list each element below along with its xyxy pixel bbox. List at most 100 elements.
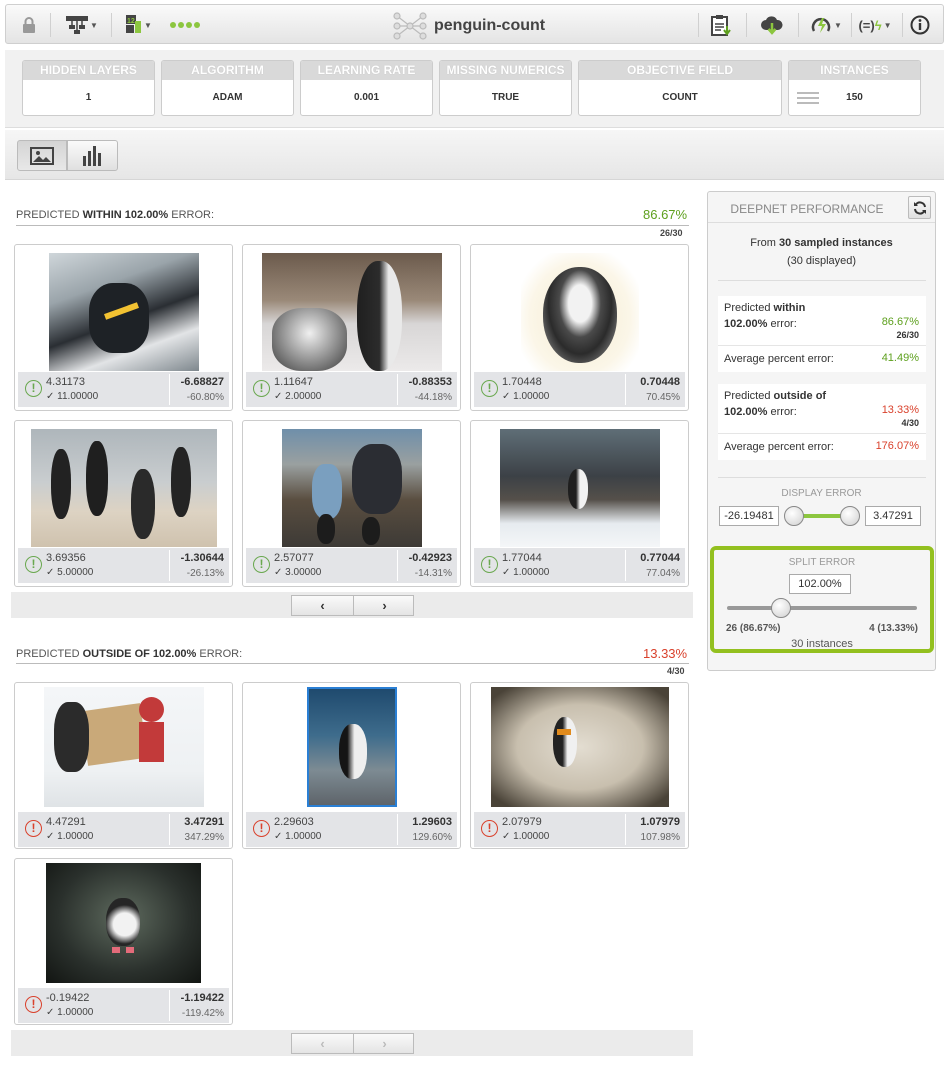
prediction-card[interactable]: ! 4.47291 ✓ 1.00000 3.47291 347.29% [14, 682, 233, 849]
prediction-card[interactable]: ! 4.31173 ✓ 11.00000 -6.68827 -60.80% [14, 244, 233, 411]
split-right-count: 4 (13.33%) [869, 623, 918, 634]
param-value: ADAM [212, 92, 243, 103]
param-value: 150 [789, 80, 920, 115]
param-algorithm: ALGORITHM ADAM [161, 60, 294, 116]
next-page-button[interactable]: › [354, 596, 415, 615]
within-percent: 86.67% [643, 207, 688, 222]
display-error-max-input[interactable]: 3.47291 [865, 506, 921, 526]
error-percent: -44.18% [414, 392, 452, 403]
warning-icon: ! [25, 556, 42, 573]
image-view-button[interactable] [17, 140, 67, 171]
penguin-image [520, 253, 639, 371]
penguin-image [46, 863, 201, 983]
chart-view-button[interactable] [67, 140, 118, 171]
param-value: COUNT [662, 92, 698, 103]
page-title: penguin-count [434, 17, 546, 34]
split-error-label: SPLIT ERROR [788, 557, 856, 568]
svg-text:12: 12 [127, 18, 135, 25]
prediction-card[interactable]: ! 2.07979 ✓ 1.00000 1.07979 107.98% [470, 682, 689, 849]
penguin-image [261, 253, 442, 371]
next-page-button[interactable]: › [354, 1034, 415, 1053]
error-value: -1.30644 [180, 552, 224, 564]
prediction-card[interactable]: ! 2.29603 ✓ 1.00000 1.29603 129.60% [242, 682, 461, 849]
error-value: 1.07979 [640, 816, 680, 828]
lock-icon[interactable] [20, 13, 38, 37]
display-error-max-handle[interactable] [840, 506, 860, 526]
prev-page-button[interactable]: ‹ [292, 596, 353, 615]
pager: ‹ › [291, 1033, 414, 1054]
prediction-card[interactable]: ! 1.70448 ✓ 1.00000 0.70448 70.45% [470, 244, 689, 411]
param-label: OBJECTIVE FIELD [579, 61, 781, 80]
actual-value: ✓ 1.00000 [502, 391, 550, 402]
prediction-card[interactable]: ! 1.11647 ✓ 2.00000 -0.88353 -44.18% [242, 244, 461, 411]
split-error-input[interactable]: 102.00% [789, 574, 851, 594]
tree-menu-icon[interactable]: ▼ [64, 13, 100, 37]
predicted-value: -0.19422 [46, 992, 90, 1004]
error-value: 3.47291 [184, 816, 224, 828]
cloud-download-icon[interactable] [758, 13, 786, 37]
outside-stats-box: Predicted outside of 102.00% error: 13.33… [718, 384, 926, 460]
actual-value: ✓ 1.00000 [46, 1007, 94, 1018]
outside-pager-bar: ‹ › [11, 1030, 693, 1056]
penguin-image [48, 253, 199, 371]
warning-icon: ! [481, 820, 498, 837]
power-menu-icon[interactable]: ▼ [808, 13, 844, 37]
prediction-card[interactable]: ! 1.77044 ✓ 1.00000 0.77044 77.04% [470, 420, 689, 587]
penguin-image [499, 429, 660, 547]
refresh-button[interactable] [908, 196, 931, 219]
prediction-card[interactable]: ! 2.57077 ✓ 3.00000 -0.42923 -14.31% [242, 420, 461, 587]
error-percent: 77.04% [646, 568, 680, 579]
prediction-card[interactable]: ! 3.69356 ✓ 5.00000 -1.30644 -26.13% [14, 420, 233, 587]
param-label: ALGORITHM [162, 61, 293, 80]
outside-avg-label: Average percent error: [724, 441, 834, 453]
actual-value: ✓ 3.00000 [274, 567, 322, 578]
predicted-value: 4.47291 [46, 816, 86, 828]
dataset-menu-icon[interactable]: 12 ▼ [120, 13, 156, 37]
predicted-value: 1.11647 [274, 376, 313, 388]
deepnet-icon [393, 12, 427, 40]
clipboard-download-icon[interactable] [708, 13, 734, 37]
actual-value: ✓ 1.00000 [46, 831, 94, 842]
display-error-min-handle[interactable] [784, 506, 804, 526]
within-avg-value: 41.49% [881, 352, 919, 364]
info-icon[interactable] [908, 13, 932, 37]
formula-menu-icon[interactable]: (=) ϟ ▼ [857, 13, 893, 37]
penguin-image [490, 687, 669, 807]
error-value: 1.29603 [412, 816, 452, 828]
prev-page-button[interactable]: ‹ [292, 1034, 353, 1053]
display-error-min-input[interactable]: -26.19481 [719, 506, 779, 526]
param-value: 0.001 [353, 92, 380, 103]
outside-count: 4/30 [901, 418, 919, 428]
within-avg-label: Average percent error: [724, 353, 834, 365]
within-stats-box: Predicted within 102.00% error: 86.67% 26… [718, 296, 926, 372]
bar-chart-icon [82, 145, 101, 166]
outside-percent: 13.33% [643, 646, 688, 661]
error-value: -0.42923 [408, 552, 452, 564]
within-count: 26/30 [660, 228, 683, 238]
split-total: 30 instances [791, 638, 853, 650]
penguin-image [43, 687, 204, 807]
split-error-panel: SPLIT ERROR 102.00% 26 (86.67%) 4 (13.33… [710, 546, 934, 653]
refresh-icon [913, 200, 926, 215]
actual-value: ✓ 1.00000 [502, 567, 550, 578]
error-percent: 347.29% [184, 832, 224, 843]
instances-value: 150 [846, 92, 863, 103]
error-percent: 107.98% [640, 832, 680, 843]
penguin-image [306, 687, 397, 807]
outside-percent: 13.33% [881, 404, 919, 416]
warning-icon: ! [25, 996, 42, 1013]
param-value: TRUE [491, 92, 520, 103]
top-toolbar: ▼ 12 ▼ penguin-count ▼ (=) ϟ ▼ [5, 4, 944, 44]
penguin-image [281, 429, 422, 547]
error-value: 0.77044 [640, 552, 680, 564]
outside-label: Predicted outside of 102.00% error: [724, 390, 827, 418]
pager: ‹ › [291, 595, 414, 616]
param-hidden-layers: HIDDEN LAYERS 1 [22, 60, 155, 116]
outside-count: 4/30 [667, 666, 685, 676]
split-error-handle[interactable] [771, 598, 791, 618]
status-dots-icon [166, 13, 204, 37]
warning-icon: ! [253, 380, 270, 397]
actual-value: ✓ 1.00000 [274, 831, 322, 842]
prediction-card[interactable]: ! -0.19422 ✓ 1.00000 -1.19422 -119.42% [14, 858, 233, 1025]
split-error-track [727, 606, 917, 610]
